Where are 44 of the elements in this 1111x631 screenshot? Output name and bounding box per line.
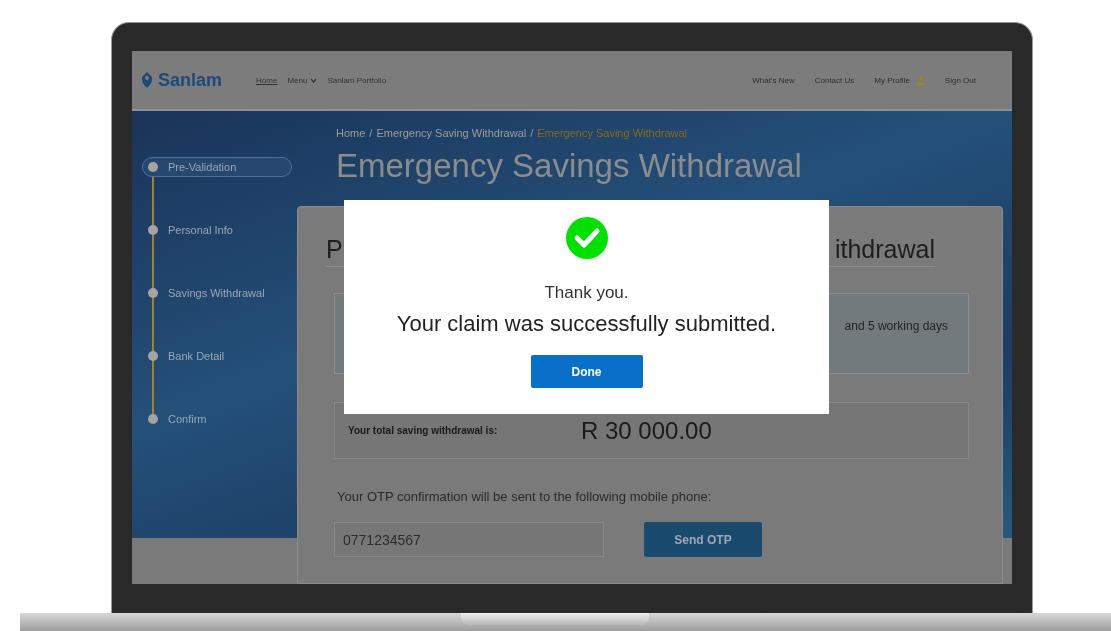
breadcrumb-separator: / xyxy=(530,127,534,139)
card-title: P xyxy=(326,235,343,264)
step-dot-icon xyxy=(148,162,158,172)
nav-link[interactable]: What's New xyxy=(752,75,795,85)
step-dot-icon xyxy=(148,288,158,298)
profile-link[interactable]: My Profile xyxy=(874,75,925,85)
phone-field[interactable]: 0771234567 xyxy=(334,522,604,557)
dialog-detail: Your claim was successfully submitted. xyxy=(396,311,777,337)
step-label: Personal Info xyxy=(168,224,233,236)
caret-icon xyxy=(310,77,318,83)
total-amount: R 30 000.00 xyxy=(581,416,712,445)
breadcrumb-link[interactable]: Home xyxy=(336,127,366,139)
nav-link[interactable]: Home xyxy=(256,75,278,85)
step-dot-icon xyxy=(148,351,158,361)
breadcrumb-link[interactable]: Emergency Saving Withdrawal xyxy=(537,127,688,139)
step-dot-icon xyxy=(148,225,158,235)
check-icon xyxy=(565,217,608,259)
nav-link[interactable]: Sanlam Portfolio xyxy=(327,75,387,85)
total-label: Your total saving withdrawal is: xyxy=(348,425,499,436)
logo-icon xyxy=(140,71,154,89)
brand-name[interactable]: Sanlam xyxy=(158,69,223,91)
step-label: Pre-Validation xyxy=(168,161,237,173)
card-title: ithdrawal xyxy=(834,235,935,264)
breadcrumb-separator: / xyxy=(369,127,373,139)
otp-prompt: Your OTP confirmation will be sent to the following mobile phone: xyxy=(337,489,713,504)
notice-text: and 5 working days xyxy=(844,318,948,333)
page-title: Emergency Savings Withdrawal xyxy=(336,147,803,185)
nav-link[interactable]: Contact Us xyxy=(814,75,855,85)
progress-step[interactable]: Confirm xyxy=(142,409,292,429)
nav-link[interactable]: Menu xyxy=(287,75,318,85)
send-otp-button[interactable]: Send OTP xyxy=(644,522,762,557)
nav-link[interactable]: Sign Out xyxy=(944,75,976,85)
step-dot-icon xyxy=(148,414,158,424)
progress-step[interactable]: Personal Info xyxy=(142,220,292,240)
progress-step[interactable]: Pre-Validation xyxy=(142,157,292,177)
step-label: Confirm xyxy=(168,413,207,425)
step-label: Savings Withdrawal xyxy=(168,287,265,299)
step-label: Bank Detail xyxy=(168,350,225,362)
breadcrumb-link[interactable]: Emergency Saving Withdrawal xyxy=(376,127,527,139)
done-button[interactable]: Done xyxy=(530,355,643,388)
person-icon xyxy=(916,75,925,85)
progress-step[interactable]: Bank Detail xyxy=(142,346,292,366)
dialog-message: Thank you. xyxy=(544,283,629,303)
progress-step[interactable]: Savings Withdrawal xyxy=(142,283,292,303)
